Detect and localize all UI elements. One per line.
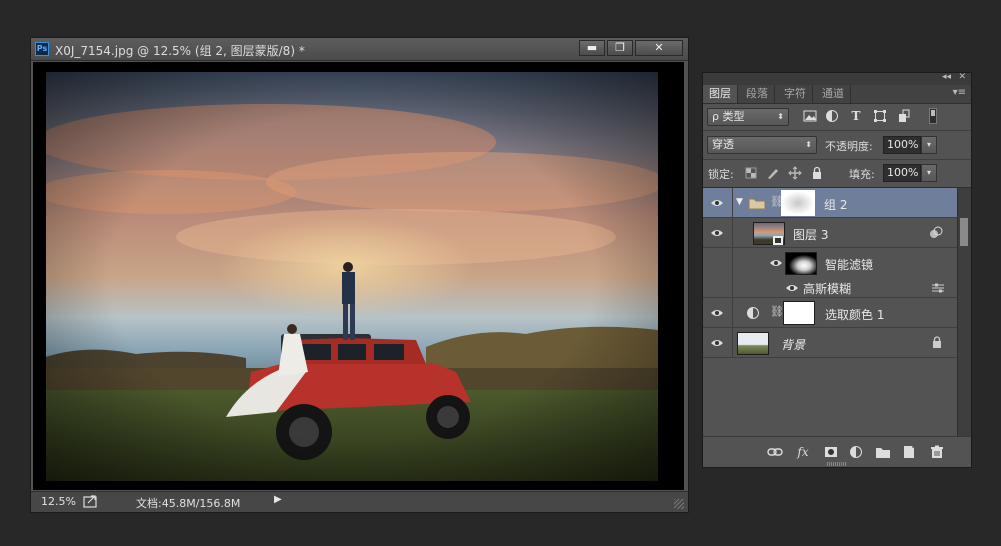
- layer-name: 图层 3: [793, 228, 829, 242]
- type-filter-icon[interactable]: T: [849, 109, 863, 123]
- layer-name: 高斯模糊: [803, 282, 852, 296]
- opacity-dropdown-arrow-icon[interactable]: ▾: [921, 136, 937, 154]
- lock-row: 锁定: 填充: 100% ▾: [703, 159, 971, 188]
- folder-icon: [748, 198, 766, 210]
- trash-icon[interactable]: [929, 445, 945, 459]
- blend-row: 穿透 ⬍ 不透明度: 100% ▾: [703, 131, 971, 160]
- tab-paragraph[interactable]: 段落: [740, 85, 775, 103]
- blending-options-icon[interactable]: [931, 283, 945, 293]
- layer-row-smart-filters[interactable]: 智能滤镜: [703, 248, 957, 278]
- eye-column: [703, 248, 733, 278]
- eye-column: [703, 278, 733, 297]
- maximize-button[interactable]: ❐: [607, 40, 633, 56]
- layers-panel-toolbar: fx: [703, 436, 971, 467]
- blend-mode-dropdown[interactable]: 穿透 ⬍: [707, 136, 817, 154]
- lock-image-pixels-icon[interactable]: [766, 166, 780, 180]
- layer-filter-row: ρ 类型 ⬍ T: [703, 104, 971, 131]
- layer-name: 选取颜色 1: [825, 308, 885, 322]
- export-icon[interactable]: [83, 494, 99, 508]
- chain-link-icon[interactable]: ⛓: [770, 305, 784, 318]
- layer-name: 智能滤镜: [825, 258, 874, 272]
- status-menu-arrow-icon[interactable]: ▶: [274, 494, 282, 505]
- layers-list: ▼ ⛓ 组 2 图层 3 智能滤镜 高斯模糊 ⛓ 选取颜色 1 背景: [703, 188, 957, 438]
- add-mask-icon[interactable]: [823, 445, 839, 459]
- smart-object-filter-icon[interactable]: [897, 109, 911, 123]
- new-layer-icon[interactable]: [901, 445, 917, 459]
- dropdown-arrow-icon: ⬍: [777, 112, 784, 121]
- image-filter-icon[interactable]: [803, 109, 817, 123]
- layer-name: 背景: [781, 338, 806, 352]
- panel-close-icon[interactable]: ✕: [958, 72, 966, 82]
- visibility-eye-icon[interactable]: [785, 283, 799, 293]
- smart-filter-indicator-icon[interactable]: [929, 226, 943, 240]
- wedding-photo: [46, 72, 658, 481]
- panel-topbar[interactable]: ◂◂ ✕: [703, 72, 971, 85]
- blend-mode-label: 穿透: [712, 138, 734, 151]
- panel-resize-grip[interactable]: [827, 462, 847, 466]
- layer-row-background[interactable]: 背景: [703, 328, 957, 358]
- minimize-button[interactable]: ▬: [579, 40, 605, 56]
- document-titlebar[interactable]: Ps X0J_7154.jpg @ 12.5% (组 2, 图层蒙版/8) * …: [31, 38, 688, 61]
- lock-label: 锁定:: [708, 168, 734, 181]
- resize-grip[interactable]: [674, 499, 684, 509]
- lock-transparent-pixels-icon[interactable]: [744, 166, 758, 180]
- photo-canvas[interactable]: [46, 72, 658, 481]
- layer-mask-thumbnail[interactable]: [781, 190, 815, 216]
- opacity-label: 不透明度:: [825, 140, 873, 153]
- canvas-area[interactable]: [33, 62, 684, 490]
- fill-label: 填充:: [849, 168, 875, 181]
- document-title: X0J_7154.jpg @ 12.5% (组 2, 图层蒙版/8) *: [55, 44, 305, 58]
- photoshop-app-icon: Ps: [35, 42, 49, 56]
- visibility-eye-icon[interactable]: [710, 338, 724, 348]
- collapse-icon[interactable]: ◂◂: [942, 72, 951, 82]
- panel-menu-icon[interactable]: ▾≡: [953, 87, 966, 98]
- opacity-input[interactable]: 100%: [883, 136, 921, 154]
- lock-position-icon[interactable]: [788, 166, 802, 180]
- document-size: 文档:45.8M/156.8M: [136, 497, 241, 510]
- adjustment-layer-icon: [747, 307, 759, 319]
- layer-thumbnail[interactable]: [737, 332, 769, 355]
- panel-tabbar: 图层 段落 字符 通道 ▾≡: [703, 85, 971, 104]
- layer-row-selective-color-1[interactable]: ⛓ 选取颜色 1: [703, 298, 957, 328]
- smart-object-badge-icon: [773, 236, 783, 245]
- visibility-eye-icon[interactable]: [710, 308, 724, 318]
- layer-row-gaussian-blur[interactable]: 高斯模糊: [703, 278, 957, 298]
- group-expand-arrow-icon[interactable]: ▼: [736, 197, 743, 207]
- zoom-level[interactable]: 12.5%: [41, 495, 76, 508]
- layer-name: 组 2: [824, 198, 848, 212]
- visibility-eye-icon[interactable]: [710, 228, 724, 238]
- fx-icon[interactable]: fx: [795, 445, 811, 459]
- tab-layers[interactable]: 图层: [703, 85, 738, 103]
- fill-input[interactable]: 100%: [883, 164, 921, 182]
- layer-row-group-2[interactable]: ▼ ⛓ 组 2: [703, 188, 957, 218]
- visibility-eye-icon[interactable]: [769, 258, 783, 268]
- new-adjustment-icon[interactable]: [849, 445, 865, 459]
- layer-row-layer-3[interactable]: 图层 3: [703, 218, 957, 248]
- link-icon[interactable]: [767, 445, 783, 459]
- dropdown-arrow-icon: ⬍: [805, 140, 812, 149]
- tab-channels[interactable]: 通道: [816, 85, 851, 103]
- smart-filter-mask-thumbnail[interactable]: [785, 252, 817, 275]
- lock-icon: [933, 336, 941, 348]
- layer-mask-thumbnail[interactable]: [783, 301, 815, 325]
- document-window[interactable]: Ps X0J_7154.jpg @ 12.5% (组 2, 图层蒙版/8) * …: [30, 37, 689, 513]
- filter-kind-label: ρ 类型: [712, 110, 745, 123]
- tab-character[interactable]: 字符: [778, 85, 813, 103]
- layers-panel: ◂◂ ✕ 图层 段落 字符 通道 ▾≡ ρ 类型 ⬍ T 穿透 ⬍ 不透明度: …: [702, 72, 972, 468]
- scrollbar-thumb[interactable]: [960, 218, 968, 246]
- filter-toggle[interactable]: [929, 108, 937, 124]
- lock-all-icon[interactable]: [810, 166, 824, 180]
- layers-scrollbar[interactable]: [957, 188, 971, 438]
- fill-dropdown-arrow-icon[interactable]: ▾: [921, 164, 937, 182]
- shape-filter-icon[interactable]: [873, 109, 887, 123]
- filter-kind-dropdown[interactable]: ρ 类型 ⬍: [707, 108, 789, 126]
- visibility-eye-icon[interactable]: [710, 198, 724, 208]
- document-statusbar: 12.5% 文档:45.8M/156.8M ▶: [31, 491, 688, 512]
- adjustment-filter-icon[interactable]: [825, 109, 839, 123]
- new-group-folder-icon[interactable]: [875, 445, 891, 459]
- close-button[interactable]: ✕: [635, 40, 683, 56]
